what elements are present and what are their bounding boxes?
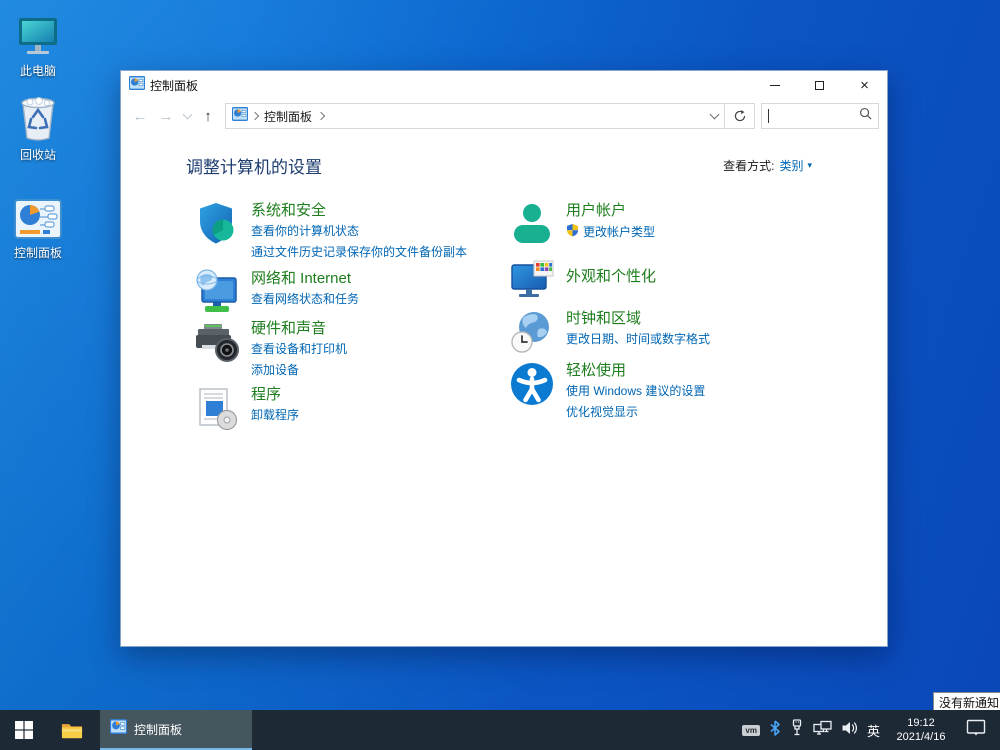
clock-date: 2021/4/16 <box>896 731 946 743</box>
control-panel-icon <box>109 719 128 739</box>
back-button[interactable]: ← <box>127 103 153 129</box>
bluetooth-tray-icon[interactable] <box>769 719 781 741</box>
desktop-icon-label: 此电脑 <box>19 64 56 78</box>
recent-pages-chevron-icon[interactable] <box>179 103 195 129</box>
recycle-bin-icon <box>16 96 60 142</box>
desktop-icon-recycle-bin[interactable]: 回收站 <box>0 96 76 163</box>
view-by-value-link[interactable]: 类别 <box>779 157 803 174</box>
system-tray: vm 英 19:12 2021/4/16 <box>742 710 1000 750</box>
window-title: 控制面板 <box>150 78 199 93</box>
text-caret <box>768 109 769 123</box>
task-link[interactable]: 卸载程序 <box>251 406 299 425</box>
taskbar-item-control-panel[interactable]: 控制面板 <box>100 710 252 750</box>
category-clock-region: 时钟和区域 更改日期、时间或数字格式 <box>509 309 710 355</box>
forward-button[interactable]: → <box>153 103 179 129</box>
breadcrumb-root-icon[interactable] <box>231 106 249 126</box>
task-link[interactable]: 优化视觉显示 <box>566 403 705 422</box>
this-pc-icon <box>14 12 62 58</box>
control-panel-icon <box>14 194 62 240</box>
maximize-button[interactable] <box>797 71 842 99</box>
hardware-sound-icon[interactable] <box>194 319 240 365</box>
title-bar[interactable]: 控制面板 × <box>121 71 887 99</box>
category-title-link[interactable]: 网络和 Internet <box>251 270 359 288</box>
start-button[interactable] <box>0 710 48 750</box>
usb-safely-remove-tray-icon[interactable] <box>790 719 804 741</box>
category-network-internet: 网络和 Internet 查看网络状态和任务 <box>194 269 359 315</box>
vmware-tools-tray-icon[interactable]: vm <box>742 724 760 736</box>
task-link[interactable]: 添加设备 <box>251 361 347 380</box>
uac-shield-icon <box>566 223 579 242</box>
user-accounts-icon[interactable] <box>509 201 555 247</box>
category-appearance-personalization: 外观和个性化 <box>509 258 656 304</box>
category-title-link[interactable]: 用户帐户 <box>566 202 655 220</box>
folder-icon <box>61 723 83 738</box>
category-title-link[interactable]: 轻松使用 <box>566 362 705 380</box>
navigation-bar: ← → ↑ 控制面板 <box>121 99 887 133</box>
display-network-tray-icon[interactable] <box>813 720 832 741</box>
search-input[interactable] <box>761 103 879 129</box>
category-ease-of-access: 轻松使用 使用 Windows 建议的设置 优化视觉显示 <box>509 361 705 422</box>
clock-region-icon[interactable] <box>509 309 555 355</box>
taskbar: 控制面板 vm 英 19:12 2021/4/16 <box>0 710 1000 750</box>
category-title-link[interactable]: 程序 <box>251 386 299 404</box>
task-link[interactable]: 查看你的计算机状态 <box>251 222 467 241</box>
desktop-wallpaper: 此电脑 回收站 控制面板 控制面板 × ← → ↑ 控制面板 调整计算机的设置 … <box>0 0 1000 750</box>
category-title-link[interactable]: 时钟和区域 <box>566 310 710 328</box>
control-panel-window: 控制面板 × ← → ↑ 控制面板 调整计算机的设置 查看方式: 类别 ▾ 系统… <box>120 70 888 647</box>
category-system-security: 系统和安全 查看你的计算机状态 通过文件历史记录保存你的文件备份副本 <box>194 201 467 262</box>
windows-logo-icon <box>15 721 33 739</box>
refresh-button[interactable] <box>725 103 755 129</box>
view-by-control: 查看方式: 类别 ▾ <box>723 157 812 174</box>
window-app-icon <box>128 75 146 95</box>
minimize-button[interactable] <box>752 71 797 99</box>
file-explorer-button[interactable] <box>48 710 96 750</box>
task-link[interactable]: 查看网络状态和任务 <box>251 290 359 309</box>
page-title: 调整计算机的设置 <box>186 158 322 177</box>
ease-of-access-icon[interactable] <box>509 361 555 407</box>
volume-tray-icon[interactable] <box>841 720 858 741</box>
taskbar-item-label: 控制面板 <box>134 722 183 737</box>
control-panel-home: 调整计算机的设置 查看方式: 类别 ▾ 系统和安全 查看你的计算机状态 通过文件… <box>121 133 887 646</box>
address-bar[interactable]: 控制面板 <box>225 103 725 129</box>
desktop-icon-label: 控制面板 <box>13 246 62 260</box>
close-button[interactable]: × <box>842 71 887 99</box>
breadcrumb-separator-icon[interactable] <box>316 111 326 121</box>
desktop-icon-label: 回收站 <box>19 148 56 162</box>
view-by-label: 查看方式: <box>723 159 775 173</box>
address-dropdown-chevron-icon[interactable] <box>709 109 720 120</box>
task-link[interactable]: 使用 Windows 建议的设置 <box>566 382 705 401</box>
network-internet-icon[interactable] <box>194 269 240 315</box>
action-center-icon[interactable] <box>966 719 986 742</box>
breadcrumb-item[interactable]: 控制面板 <box>264 108 312 125</box>
system-security-icon[interactable] <box>194 201 240 247</box>
task-link[interactable]: 通过文件历史记录保存你的文件备份副本 <box>251 243 467 262</box>
task-link[interactable]: 更改帐户类型 <box>583 223 655 242</box>
breadcrumb-separator-icon <box>250 111 260 121</box>
clock-time: 19:12 <box>907 717 935 729</box>
category-title-link[interactable]: 系统和安全 <box>251 202 467 220</box>
input-method-indicator[interactable]: 英 <box>867 721 880 740</box>
programs-icon[interactable] <box>194 385 240 431</box>
appearance-personalization-icon[interactable] <box>509 258 555 304</box>
taskbar-clock[interactable]: 19:12 2021/4/16 <box>889 716 953 744</box>
up-button[interactable]: ↑ <box>195 103 221 129</box>
category-title-link[interactable]: 外观和个性化 <box>566 268 656 286</box>
category-user-accounts: 用户帐户 更改帐户类型 <box>509 201 655 247</box>
search-icon[interactable] <box>859 107 872 125</box>
desktop-icon-this-pc[interactable]: 此电脑 <box>0 12 76 79</box>
task-link[interactable]: 查看设备和打印机 <box>251 340 347 359</box>
task-link[interactable]: 更改日期、时间或数字格式 <box>566 330 710 349</box>
category-programs: 程序 卸载程序 <box>194 385 299 431</box>
category-hardware-sound: 硬件和声音 查看设备和打印机 添加设备 <box>194 319 347 380</box>
desktop-icon-control-panel[interactable]: 控制面板 <box>0 194 76 261</box>
view-by-dropdown-arrow-icon[interactable]: ▾ <box>807 160 812 171</box>
category-title-link[interactable]: 硬件和声音 <box>251 320 347 338</box>
